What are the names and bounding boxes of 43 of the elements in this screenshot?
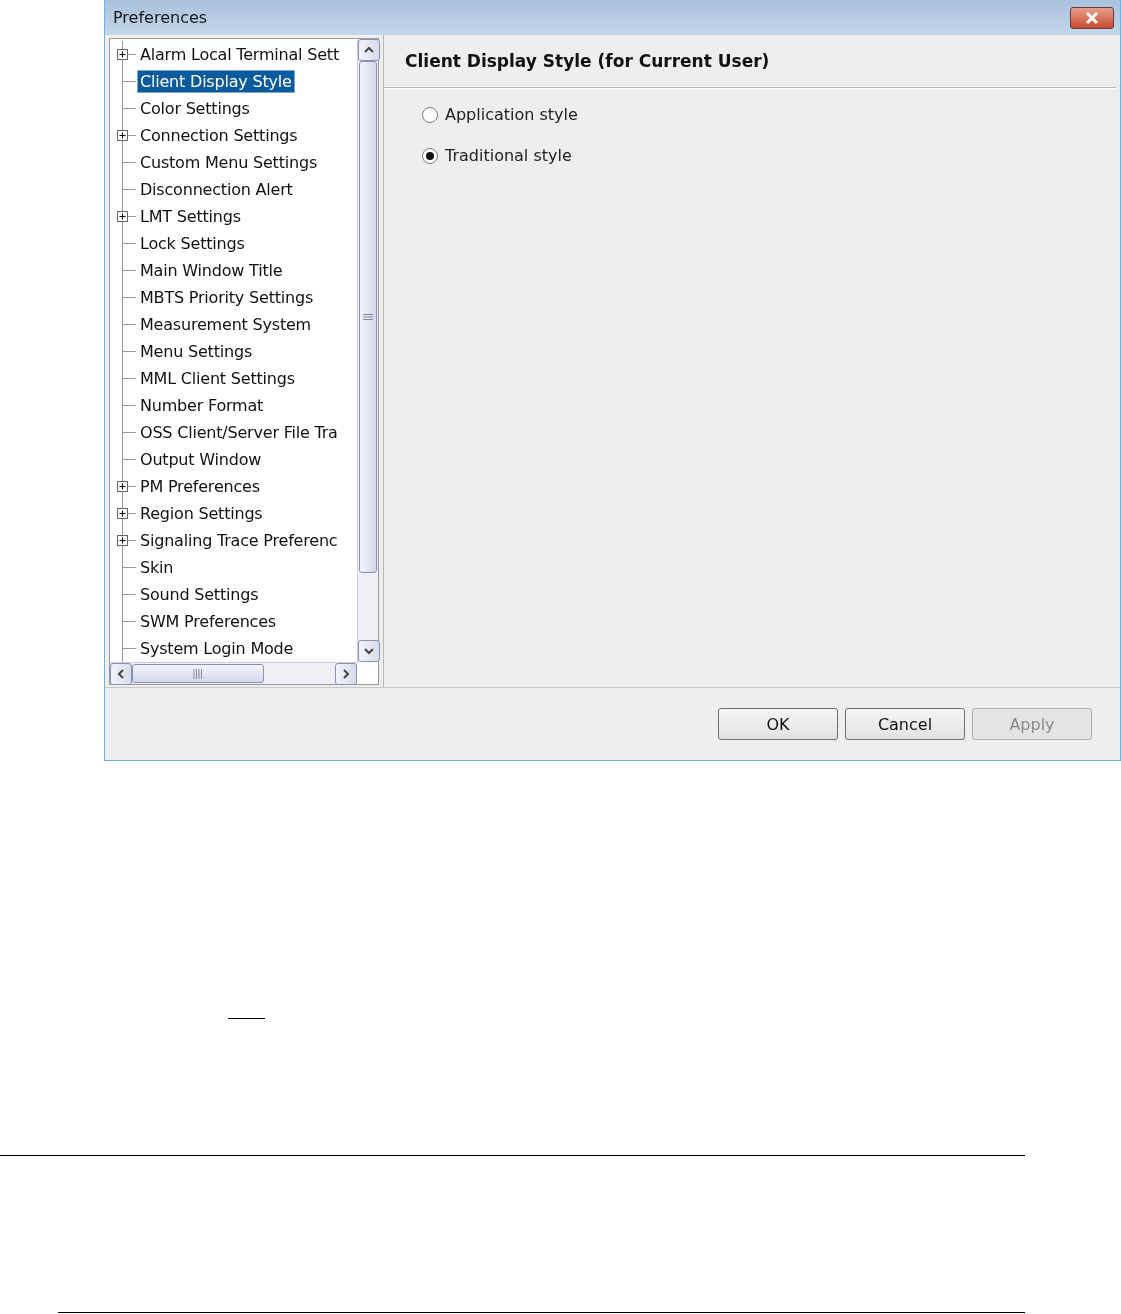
tree-item[interactable]: Output Window [138,449,264,470]
radio-label[interactable]: Application style [445,105,578,124]
cancel-button[interactable]: Cancel [845,708,965,740]
ok-button[interactable]: OK [718,708,838,740]
grip-icon [362,313,374,321]
close-icon [1083,10,1101,25]
tree-item[interactable]: Connection Settings [138,125,300,146]
tree-item[interactable]: OSS Client/Server File Tra [138,422,340,443]
close-button[interactable] [1070,6,1114,29]
tree-item[interactable]: Measurement System [138,314,313,335]
tree-item[interactable]: Lock Settings [138,233,247,254]
window-title: Preferences [113,8,208,27]
expand-icon[interactable] [117,535,128,546]
tree-item[interactable]: PM Preferences [138,476,262,497]
horizontal-scrollbar[interactable] [110,662,357,684]
expand-icon[interactable] [117,211,128,222]
tree-item[interactable]: LMT Settings [138,206,243,227]
tree-item[interactable]: Menu Settings [138,341,255,362]
tree-item[interactable]: Number Format [138,395,266,416]
tree-item[interactable]: Alarm Local Terminal Sett [138,44,341,65]
vertical-scrollbar[interactable] [357,39,378,662]
expand-icon[interactable] [117,508,128,519]
expand-icon[interactable] [117,481,128,492]
radio-label[interactable]: Traditional style [445,146,572,165]
radio-button[interactable] [422,106,438,123]
tree-item[interactable]: Custom Menu Settings [138,152,320,173]
tree-item[interactable]: MML Client Settings [138,368,297,389]
expand-icon[interactable] [117,130,128,141]
grip-icon [192,667,204,680]
tree-item[interactable]: Color Settings [138,98,252,119]
tree-item[interactable]: Main Window Title [138,260,285,281]
tree-item[interactable]: Signaling Trace Preferenc [138,530,340,551]
tree-item[interactable]: System Login Mode [138,638,296,659]
expand-icon[interactable] [117,49,128,60]
tree-item[interactable]: Region Settings [138,503,265,524]
tree-item[interactable]: Skin [138,557,176,578]
tree-item[interactable]: Client Display Style [138,71,294,92]
tree-item[interactable]: Disconnection Alert [138,179,295,200]
tree-item[interactable]: MBTS Priority Settings [138,287,316,308]
section-heading: Client Display Style (for Current User) [404,50,771,73]
tree-item[interactable]: SWM Preferences [138,611,278,632]
radio-button[interactable] [422,147,438,164]
tree-item[interactable]: Sound Settings [138,584,261,605]
